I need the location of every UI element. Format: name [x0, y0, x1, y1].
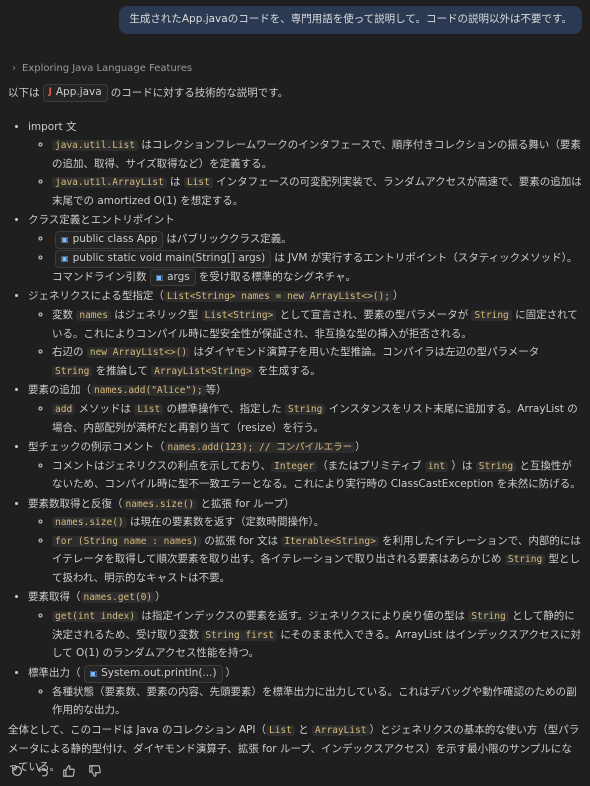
symbol-method-icon: ▣ — [61, 253, 69, 263]
response-intro: 以下は J App.java のコードに対する技術的な説明です。 — [8, 84, 582, 103]
list-item: add メソッドは List の標準操作で、指定した String インスタンス… — [52, 400, 582, 437]
java-file-icon: J — [48, 87, 52, 98]
response-actions — [10, 764, 102, 778]
section-import: import 文 java.util.List はコレクションフレームワークのイ… — [28, 118, 582, 210]
response-body: import 文 java.util.List はコレクションフレームワークのイ… — [8, 118, 582, 720]
thumbs-up-icon[interactable] — [62, 764, 76, 778]
list-item: 変数 names はジェネリック型 List<String> として宣言され、要… — [52, 306, 582, 343]
list-item: コメントはジェネリクスの利点を示しており、Integer（またはプリミティブ i… — [52, 457, 582, 494]
list-item: 右辺の new ArrayList<>() はダイヤモンド演算子を用いた型推論。… — [52, 343, 582, 380]
list-item: java.util.ArrayList は List インタフェースの可変配列実… — [52, 173, 582, 210]
thinking-label: Exploring Java Language Features — [22, 63, 193, 74]
list-item: ▣public static void main(String[] args)は… — [52, 249, 582, 287]
section-get: 要素取得（names.get(0)） get(int index) は指定インデ… — [28, 588, 582, 662]
retry-icon[interactable] — [10, 764, 24, 778]
file-chip-app-java[interactable]: J App.java — [42, 84, 108, 103]
symbol-chip-app-class[interactable]: ▣public class App — [55, 230, 164, 249]
list-item: 各種状態（要素数、要素の内容、先頭要素）を標準出力に出力している。これはデバッグ… — [52, 683, 582, 720]
thinking-toggle[interactable]: › Exploring Java Language Features — [12, 60, 192, 78]
section-output: 標準出力（▣System.out.println(...)） 各種状態（要素数、… — [28, 664, 582, 720]
symbol-method-icon: ▣ — [89, 668, 98, 678]
list-item: for (String name : names) の拡張 for 文は Ite… — [52, 532, 582, 588]
symbol-chip-args[interactable]: ▣ args — [149, 268, 196, 287]
list-item: ▣public class Appはパブリッククラス定義。 — [52, 230, 582, 249]
list-item: get(int index) は指定インデックスの要素を返す。ジェネリクスにより… — [52, 607, 582, 663]
symbol-class-icon: ▣ — [61, 234, 69, 244]
undo-icon[interactable] — [36, 764, 50, 778]
user-message: 生成されたApp.javaのコードを、専門用語を使って説明して。コードの説明以外… — [119, 6, 582, 34]
section-generics: ジェネリクスによる型指定（List<String> names = new Ar… — [28, 287, 582, 380]
list-item: names.size() は現在の要素数を返す（定数時間操作）。 — [52, 513, 582, 532]
symbol-variable-icon: ▣ — [155, 272, 164, 282]
list-item: java.util.List はコレクションフレームワークのインタフェースで、順… — [52, 136, 582, 173]
section-type-check: 型チェックの例示コメント（names.add(123); // コンパイルエラー… — [28, 438, 582, 494]
section-size-loop: 要素数取得と反復（names.size() と拡張 for ループ） names… — [28, 495, 582, 588]
symbol-chip-main[interactable]: ▣public static void main(String[] args) — [55, 249, 272, 268]
chevron-right-icon: › — [12, 63, 16, 74]
thumbs-down-icon[interactable] — [88, 764, 102, 778]
symbol-chip-println[interactable]: ▣ System.out.println(...) — [83, 664, 223, 683]
section-class: クラス定義とエントリポイント ▣public class Appはパブリッククラ… — [28, 211, 582, 287]
section-add: 要素の追加（names.add("Alice");等） add メソッドは Li… — [28, 381, 582, 437]
